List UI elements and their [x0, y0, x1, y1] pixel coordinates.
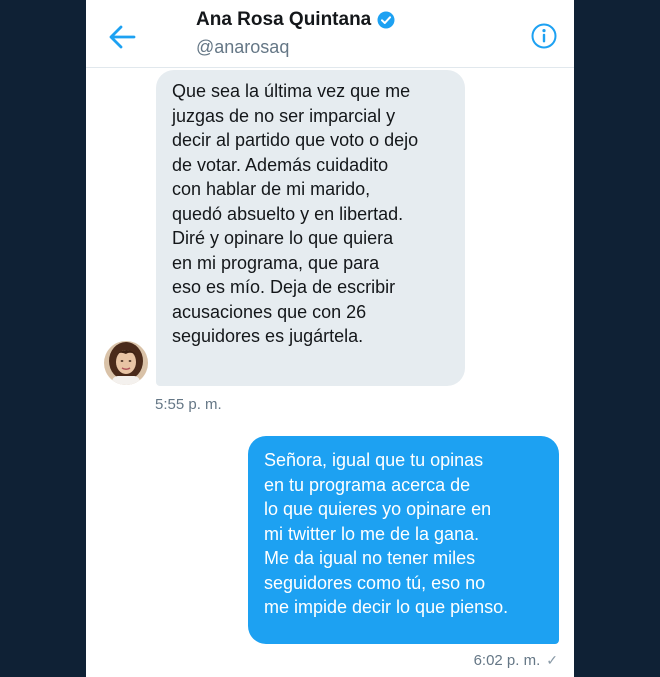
contact-handle: @anarosaq — [196, 37, 290, 57]
outgoing-message-meta: 6:02 p. m. ✓ — [474, 652, 558, 669]
header-title-row: Ana Rosa Quintana — [196, 9, 395, 31]
outgoing-message-bubble[interactable]: Señora, igual que tu opinas en tu progra… — [248, 436, 559, 644]
info-button[interactable] — [531, 23, 557, 49]
dm-conversation-screen: Ana Rosa Quintana @anarosaq Que sea la ú… — [86, 0, 574, 677]
verified-badge-icon — [377, 11, 395, 29]
arrow-left-icon — [109, 25, 136, 49]
outgoing-message-time: 6:02 p. m. — [473, 652, 541, 669]
incoming-message-time: 5:55 p. m. — [155, 396, 222, 413]
conversation-header: Ana Rosa Quintana @anarosaq — [86, 0, 574, 68]
contact-name: Ana Rosa Quintana — [196, 9, 372, 30]
info-circle-icon — [531, 23, 557, 49]
avatar-image — [104, 341, 148, 385]
avatar[interactable] — [104, 341, 148, 385]
incoming-message-bubble[interactable]: Que sea la última vez que me juzgas de n… — [156, 70, 465, 386]
check-icon: ✓ — [546, 652, 558, 668]
back-button[interactable] — [108, 24, 136, 50]
